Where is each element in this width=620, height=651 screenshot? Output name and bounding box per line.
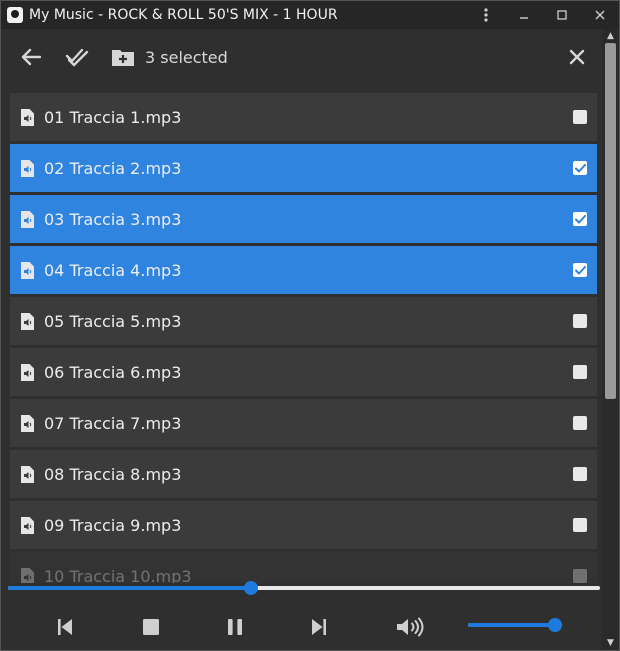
- track-row[interactable]: 02 Traccia 2.mp3: [10, 144, 597, 192]
- track-name: 08 Traccia 8.mp3: [44, 464, 182, 484]
- track-checkbox[interactable]: [573, 416, 587, 430]
- select-all-button[interactable]: [61, 41, 93, 73]
- track-checkbox[interactable]: [573, 467, 587, 481]
- track-row[interactable]: 04 Traccia 4.mp3: [10, 246, 597, 294]
- title-bar: My Music - ROCK & ROLL 50'S MIX - 1 HOUR: [1, 1, 619, 29]
- volume-handle[interactable]: [548, 618, 563, 632]
- stop-button[interactable]: [135, 611, 167, 643]
- audio-file-icon: [19, 516, 35, 534]
- folder-plus-icon: [112, 50, 134, 66]
- track-checkbox[interactable]: [573, 365, 587, 379]
- volume-button[interactable]: [394, 611, 426, 643]
- double-check-icon: [65, 48, 89, 67]
- track-row[interactable]: 07 Traccia 7.mp3: [10, 399, 597, 447]
- volume-icon: [397, 617, 424, 637]
- scroll-down-arrow-icon[interactable]: ▼: [602, 636, 619, 650]
- back-button[interactable]: [15, 41, 47, 73]
- track-checkbox[interactable]: [573, 314, 587, 328]
- scroll-up-arrow-icon[interactable]: ▲: [602, 29, 619, 43]
- track-checkbox[interactable]: [573, 263, 587, 277]
- selection-count: 3 selected: [145, 47, 228, 67]
- stop-icon: [143, 619, 159, 635]
- seek-slider[interactable]: [8, 581, 600, 595]
- audio-file-icon: [19, 210, 35, 228]
- track-row[interactable]: 03 Traccia 3.mp3: [10, 195, 597, 243]
- track-name: 02 Traccia 2.mp3: [44, 158, 182, 178]
- audio-file-icon: [19, 312, 35, 330]
- app-logo-icon: [7, 7, 23, 23]
- track-checkbox[interactable]: [573, 110, 587, 124]
- close-icon: [569, 49, 585, 65]
- track-row[interactable]: 06 Traccia 6.mp3: [10, 348, 597, 396]
- track-row[interactable]: 10 Traccia 10.mp3: [10, 552, 597, 583]
- vertical-scrollbar[interactable]: ▲ ▼: [602, 29, 619, 650]
- skip-next-icon: [312, 619, 326, 635]
- selection-toolbar: 3 selected: [1, 29, 603, 85]
- track-checkbox[interactable]: [573, 161, 587, 175]
- track-name: 04 Traccia 4.mp3: [44, 260, 182, 280]
- clear-selection-button[interactable]: [561, 41, 593, 73]
- skip-previous-icon: [58, 619, 72, 635]
- seek-progress: [8, 586, 251, 590]
- window-controls: [477, 1, 609, 29]
- seek-handle[interactable]: [243, 581, 258, 595]
- minimize-button[interactable]: [515, 6, 533, 24]
- audio-file-icon: [19, 465, 35, 483]
- track-name: 01 Traccia 1.mp3: [44, 107, 182, 127]
- add-to-folder-button[interactable]: [107, 41, 139, 73]
- pause-icon: [228, 619, 242, 635]
- track-row[interactable]: 09 Traccia 9.mp3: [10, 501, 597, 549]
- audio-file-icon: [19, 159, 35, 177]
- more-options-icon[interactable]: [477, 6, 495, 24]
- previous-button[interactable]: [49, 611, 81, 643]
- track-row[interactable]: 08 Traccia 8.mp3: [10, 450, 597, 498]
- track-name: 05 Traccia 5.mp3: [44, 311, 182, 331]
- audio-file-icon: [19, 108, 35, 126]
- track-name: 07 Traccia 7.mp3: [44, 413, 182, 433]
- volume-level: [468, 623, 556, 627]
- audio-file-icon: [19, 363, 35, 381]
- track-checkbox[interactable]: [573, 212, 587, 226]
- audio-file-icon: [19, 414, 35, 432]
- track-name: 03 Traccia 3.mp3: [44, 209, 182, 229]
- track-list: 01 Traccia 1.mp3 02 Traccia 2.mp3 03 Tracc…: [10, 93, 597, 583]
- close-window-button[interactable]: [591, 6, 609, 24]
- audio-file-icon: [19, 261, 35, 279]
- track-checkbox[interactable]: [573, 518, 587, 532]
- pause-button[interactable]: [219, 611, 251, 643]
- window-title: My Music - ROCK & ROLL 50'S MIX - 1 HOUR: [29, 7, 338, 23]
- volume-slider[interactable]: [468, 618, 563, 632]
- track-row[interactable]: 01 Traccia 1.mp3: [10, 93, 597, 141]
- arrow-left-icon: [21, 48, 41, 66]
- maximize-button[interactable]: [553, 6, 571, 24]
- app-window: My Music - ROCK & ROLL 50'S MIX - 1 HOUR: [0, 0, 620, 651]
- next-button[interactable]: [303, 611, 335, 643]
- track-row[interactable]: 05 Traccia 5.mp3: [10, 297, 597, 345]
- scrollbar-thumb[interactable]: [605, 43, 616, 399]
- track-name: 09 Traccia 9.mp3: [44, 515, 182, 535]
- track-name: 06 Traccia 6.mp3: [44, 362, 182, 382]
